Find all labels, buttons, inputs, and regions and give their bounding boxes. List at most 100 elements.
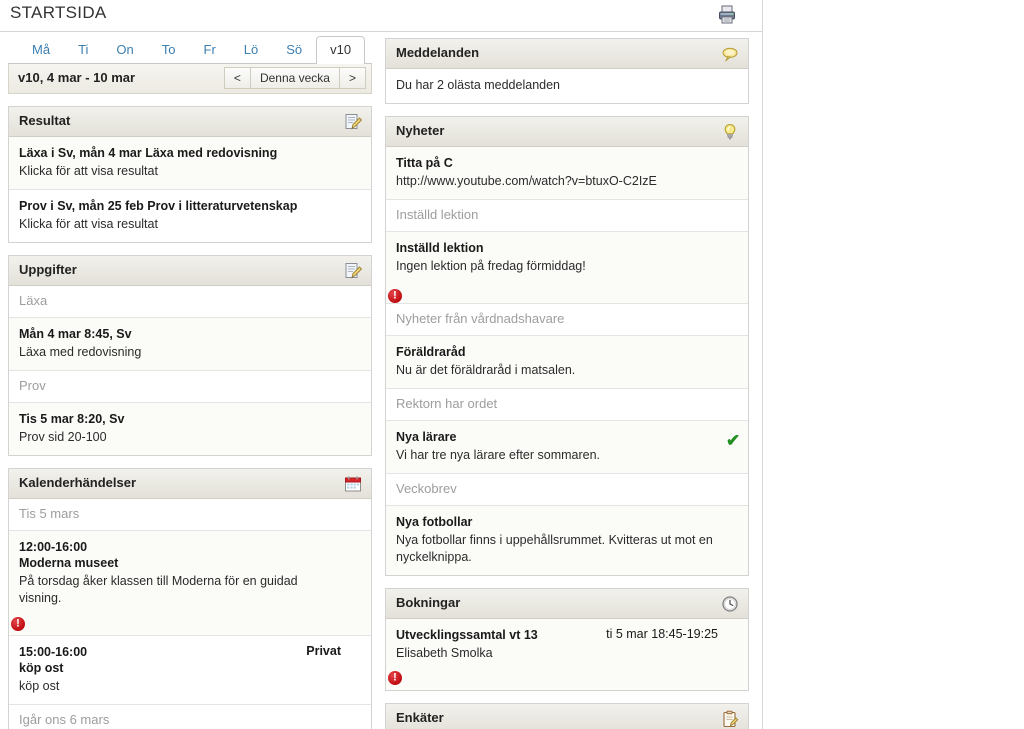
group-header: Prov xyxy=(9,371,371,403)
list-item[interactable]: Nya lärare Vi har tre nya lärare efter so… xyxy=(386,421,748,474)
panel-header: Kalenderhändelser xyxy=(9,469,371,499)
clock-icon[interactable] xyxy=(720,594,740,614)
group-header: Tis 5 mars xyxy=(9,499,371,531)
list-item[interactable]: 12:00-16:00 Moderna museet På torsdag åker… xyxy=(9,531,371,636)
event-time: 15:00-16:00 xyxy=(19,645,88,659)
event-title: köp ost xyxy=(19,661,64,675)
panel-bokningar: Bokningar Utvecklingssamtal vt 13 Elisabe… xyxy=(385,588,749,691)
panel-resultat: Resultat Läxa i Sv, mån 4 mar Läxa med r… xyxy=(8,106,372,243)
panel-uppgifter: Uppgifter Läxa Mån 4 mar 8:45, Sv Läxa med… xyxy=(8,255,372,456)
day-tab-to[interactable]: To xyxy=(148,37,190,64)
page-title: STARTSIDA xyxy=(10,3,107,22)
assignment-subtitle: Läxa med redovisning xyxy=(19,345,142,359)
group-header: Läxa xyxy=(9,286,371,318)
news-title: Inställd lektion xyxy=(396,241,484,255)
panel-nyheter: Nyheter Titta på C http://www.youtube.co… xyxy=(385,116,749,576)
alert-icon xyxy=(11,617,25,631)
list-item[interactable]: Mån 4 mar 8:45, Sv Läxa med redovisning xyxy=(9,318,371,371)
event-visibility: Privat xyxy=(306,644,341,658)
list-item[interactable]: Nya fotbollar Nya fotbollar finns i uppeh… xyxy=(386,506,748,575)
list-item[interactable]: Inställd lektion Ingen lektion på fredag … xyxy=(386,232,748,304)
day-tab-fr[interactable]: Fr xyxy=(190,37,230,64)
day-tabs: Må Ti On To Fr Lö Sö v10 xyxy=(8,36,372,65)
panel-header: Nyheter xyxy=(386,117,748,147)
booking-time: ti 5 mar 18:45-19:25 xyxy=(606,627,718,641)
list-item[interactable]: 15:00-16:00 köp ost köp ost Privat xyxy=(9,636,371,705)
assignment-subtitle: Prov sid 20-100 xyxy=(19,430,107,444)
panel-title: Meddelanden xyxy=(396,45,480,60)
group-header: Veckobrev xyxy=(386,474,748,506)
result-subtitle: Klicka för att visa resultat xyxy=(19,164,158,178)
booking-person: Elisabeth Smolka xyxy=(396,646,493,660)
startsida-page: STARTSIDA Må Ti On To Fr Lö Sö v10 v10, 4 mar -… xyxy=(0,0,1024,729)
lightbulb-icon[interactable] xyxy=(720,122,740,142)
edit-document-icon[interactable] xyxy=(343,112,363,132)
list-item[interactable]: Föräldraråd Nu är det föräldraråd i matsa… xyxy=(386,336,748,389)
panel-title: Bokningar xyxy=(396,595,461,610)
right-column: Meddelanden Du har 2 olästa meddelanden … xyxy=(385,38,749,729)
left-column: Må Ti On To Fr Lö Sö v10 v10, 4 mar - 10 mar < … xyxy=(8,36,372,729)
group-label: Rektorn har ordet xyxy=(396,396,498,411)
result-title: Läxa i Sv, mån 4 mar Läxa med redovisnin… xyxy=(19,146,278,160)
day-tab-sö[interactable]: Sö xyxy=(272,37,316,64)
list-item[interactable]: Titta på C http://www.youtube.com/watch?… xyxy=(386,147,748,200)
clipboard-edit-icon[interactable] xyxy=(720,709,740,729)
panel-title: Nyheter xyxy=(396,123,445,138)
group-label: Tis 5 mars xyxy=(19,506,80,521)
event-description: På torsdag åker klassen till Moderna för… xyxy=(19,574,298,605)
group-label: Nyheter från vårdnadshavare xyxy=(396,311,565,326)
alert-icon xyxy=(388,289,402,303)
group-header: Inställd lektion xyxy=(386,200,748,232)
group-label: Läxa xyxy=(19,293,48,308)
news-title: Nya fotbollar xyxy=(396,515,473,529)
panel-kalenderhandelser: Kalenderhändelser Tis 5 mars 12:00-16:00… xyxy=(8,468,372,729)
list-item[interactable]: Prov i Sv, mån 25 feb Prov i litteraturv… xyxy=(9,190,371,242)
event-title: Moderna museet xyxy=(19,556,119,570)
panel-header: Bokningar xyxy=(386,589,748,619)
assignment-title: Tis 5 mar 8:20, Sv xyxy=(19,412,125,426)
right-gutter xyxy=(762,0,1024,729)
prev-week-button[interactable]: < xyxy=(223,67,251,89)
panel-meddelanden: Meddelanden Du har 2 olästa meddelanden xyxy=(385,38,749,104)
list-item[interactable]: Läxa i Sv, mån 4 mar Läxa med redovisnin… xyxy=(9,137,371,190)
calendar-icon[interactable] xyxy=(343,474,363,494)
group-label: Inställd lektion xyxy=(396,207,479,222)
next-week-button[interactable]: > xyxy=(338,67,366,89)
group-label: Veckobrev xyxy=(396,481,457,496)
news-title: Titta på C xyxy=(396,156,453,170)
this-week-button[interactable]: Denna vecka xyxy=(249,67,340,89)
day-tab-må[interactable]: Må xyxy=(18,37,64,64)
assignment-title: Mån 4 mar 8:45, Sv xyxy=(19,327,132,341)
group-header: Rektorn har ordet xyxy=(386,389,748,421)
list-item[interactable]: Tis 5 mar 8:20, Sv Prov sid 20-100 xyxy=(9,403,371,455)
panel-title: Resultat xyxy=(19,113,71,128)
panel-header: Enkäter xyxy=(386,704,748,729)
list-item[interactable]: Du har 2 olästa meddelanden xyxy=(386,69,748,103)
panel-header: Resultat xyxy=(9,107,371,137)
group-label: Igår ons 6 mars xyxy=(19,712,110,727)
news-title: Föräldraråd xyxy=(396,345,466,359)
group-label: Prov xyxy=(19,378,46,393)
day-tab-on[interactable]: On xyxy=(102,37,147,64)
week-bar: v10, 4 mar - 10 mar < Denna vecka > xyxy=(8,64,372,94)
titlebar: STARTSIDA xyxy=(0,0,762,32)
day-tab-v10[interactable]: v10 xyxy=(316,36,366,65)
group-header: Nyheter från vårdnadshavare xyxy=(386,304,748,336)
panel-title: Enkäter xyxy=(396,710,444,725)
news-title: Nya lärare xyxy=(396,430,457,444)
result-subtitle: Klicka för att visa resultat xyxy=(19,217,158,231)
print-icon[interactable] xyxy=(716,3,738,25)
day-tab-ti[interactable]: Ti xyxy=(64,37,102,64)
news-description: Nya fotbollar finns i uppehållsrummet. K… xyxy=(396,533,713,564)
list-item[interactable]: Utvecklingssamtal vt 13 Elisabeth Smolka t… xyxy=(386,619,748,690)
panel-header: Meddelanden xyxy=(386,39,748,69)
edit-document-icon[interactable] xyxy=(343,261,363,281)
panel-enkater: Enkäter Föräldraenkät vt-13 xyxy=(385,703,749,729)
event-time: 12:00-16:00 xyxy=(19,540,88,554)
news-url: http://www.youtube.com/watch?v=btuxO-C2I… xyxy=(396,174,657,188)
panel-title: Kalenderhändelser xyxy=(19,475,137,490)
alert-icon xyxy=(388,671,402,685)
speech-bubble-icon[interactable] xyxy=(720,44,740,64)
day-tab-lö[interactable]: Lö xyxy=(230,37,272,64)
week-navigation: < Denna vecka > xyxy=(223,67,366,89)
